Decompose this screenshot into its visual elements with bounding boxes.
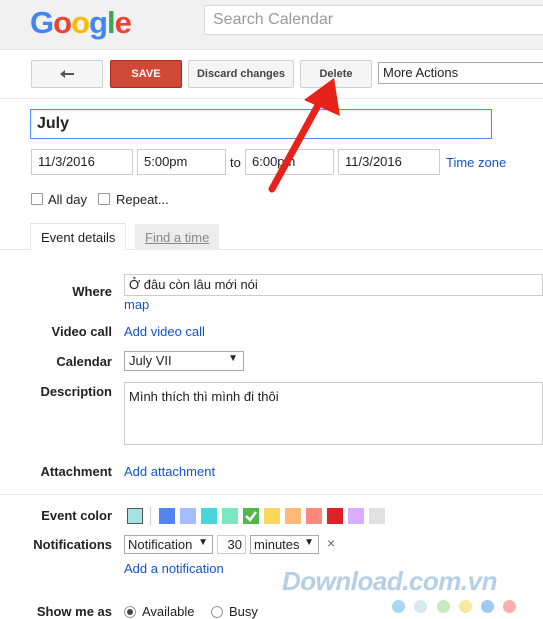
event-color-swatch[interactable] [180, 508, 196, 524]
attachment-label: Attachment [40, 464, 112, 479]
dropdown-arrow-icon: ▼ [198, 537, 208, 548]
event-color-swatch[interactable] [222, 508, 238, 524]
event-color-swatch[interactable] [264, 508, 280, 524]
event-color-swatch[interactable] [285, 508, 301, 524]
more-actions-dropdown[interactable]: More Actions [378, 62, 543, 84]
top-bar: Google Search Calendar [0, 0, 543, 50]
watermark-dot [392, 600, 405, 613]
notification-type-value: Notification [128, 537, 193, 552]
event-color-swatch[interactable] [327, 508, 343, 524]
event-color-swatch[interactable] [243, 508, 259, 524]
watermark-dot [503, 600, 516, 613]
video-call-label: Video call [51, 324, 112, 339]
map-link[interactable]: map [124, 297, 149, 312]
notification-unit-select[interactable]: minutes ▼ [250, 535, 319, 554]
available-radio[interactable] [124, 606, 136, 618]
checkmark-icon [245, 511, 257, 522]
notification-type-select[interactable]: Notification ▼ [124, 535, 213, 554]
dropdown-arrow-icon: ▼ [228, 353, 238, 364]
annotation-arrow [268, 78, 340, 193]
to-label: to [230, 155, 241, 170]
tab-event-details[interactable]: Event details [30, 223, 127, 250]
repeat-label: Repeat... [116, 192, 169, 207]
all-day-checkbox[interactable] [31, 193, 43, 205]
all-day-label: All day [48, 192, 88, 207]
repeat-checkbox[interactable] [98, 193, 110, 205]
watermark-dot [437, 600, 450, 613]
event-color-swatch[interactable] [201, 508, 217, 524]
description-label: Description [40, 384, 112, 399]
event-color-label: Event color [41, 508, 112, 523]
calendar-select[interactable]: July VII ▼ [124, 351, 244, 371]
busy-label: Busy [229, 604, 258, 619]
remove-notification-icon[interactable]: × [327, 535, 335, 551]
add-attachment-link[interactable]: Add attachment [124, 464, 215, 479]
event-color-swatch[interactable] [348, 508, 364, 524]
available-label: Available [142, 604, 195, 619]
swatch-separator [150, 507, 151, 525]
save-button[interactable]: SAVE [110, 60, 182, 88]
logo-letter: e [114, 5, 132, 40]
back-button[interactable] [31, 60, 103, 88]
dropdown-arrow-icon: ▼ [304, 537, 314, 548]
logo-letter: g [89, 5, 108, 40]
add-notification-link[interactable]: Add a notification [124, 561, 224, 576]
where-label: Where [72, 284, 112, 299]
logo-letter: l [106, 5, 116, 40]
calendar-select-value: July VII [129, 353, 172, 368]
watermark-dot [414, 600, 427, 613]
logo-letter: o [53, 5, 72, 40]
download-watermark: Download.com.vn [282, 566, 497, 596]
watermark-dot [481, 600, 494, 613]
calendar-label: Calendar [56, 354, 112, 369]
section-divider [0, 494, 543, 495]
description-textarea[interactable]: Mình thích thì mình đi thôi [124, 382, 543, 445]
google-logo[interactable]: Google [30, 5, 132, 41]
search-input[interactable]: Search Calendar [204, 5, 543, 35]
notification-unit-value: minutes [254, 537, 300, 552]
start-date-input[interactable]: 11/3/2016 [31, 149, 133, 175]
busy-radio[interactable] [211, 606, 223, 618]
add-video-call-link[interactable]: Add video call [124, 324, 205, 339]
watermark-dot [459, 600, 472, 613]
where-input[interactable]: Ở đâu còn lâu mới nói [124, 274, 543, 296]
event-color-swatch[interactable] [127, 508, 143, 524]
start-time-input[interactable]: 5:00pm [137, 149, 226, 175]
notifications-label: Notifications [33, 537, 112, 552]
event-color-swatch[interactable] [159, 508, 175, 524]
event-color-swatch[interactable] [306, 508, 322, 524]
end-date-input[interactable]: 11/3/2016 [338, 149, 440, 175]
notification-amount-input[interactable]: 30 [217, 535, 246, 554]
show-me-as-label: Show me as [36, 604, 112, 619]
tab-find-a-time[interactable]: Find a time [135, 224, 220, 250]
event-color-swatch[interactable] [369, 508, 385, 524]
time-zone-link[interactable]: Time zone [446, 155, 506, 170]
logo-letter: o [71, 5, 90, 40]
logo-letter: G [30, 5, 54, 40]
back-arrow-icon [60, 70, 74, 78]
